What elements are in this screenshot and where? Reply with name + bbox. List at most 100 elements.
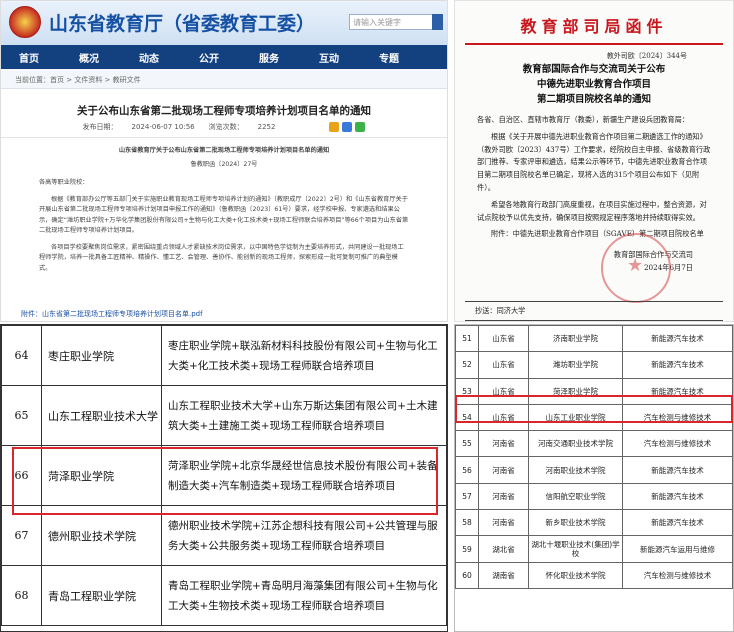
salutation: 各高等职业院校： [39,179,89,186]
province: 河南省 [478,482,529,511]
row-number: 64 [1,325,42,386]
major: 新能源汽车技术 [622,351,733,379]
row-number: 58 [455,509,479,537]
table-row: 53 山东省 菏泽职业学院 新能源汽车技术 [455,377,733,405]
province: 湖北省 [478,535,529,563]
print-icon[interactable] [329,121,340,132]
table-row: 59 湖北省 湖北十堰职业技术(集团)学校 新能源汽车运用与维修 [455,535,733,563]
breadcrumb[interactable]: 当前位置：首页 > 文件资料 > 教研文件 [1,69,447,89]
nav-topics[interactable]: 专题 [379,50,439,65]
table-row: 68 青岛工程职业学院 青岛工程职业学院+青岛明月海藻集团有限公司+生物与化工大… [1,565,447,626]
province: 河南省 [478,456,529,484]
school-name: 枣庄职业学院 [41,325,162,386]
nav-public[interactable]: 公开 [199,50,259,65]
paragraph-1: 根据《教育部办公厅等五部门关于实施职业教育现场工程师专项培养计划的通知》（教职成… [39,195,409,235]
province: 湖南省 [478,561,529,589]
doc-number: 鲁教职函〔2024〕27号 [190,160,258,168]
table-row: 55 河南省 河南交通职业技术学院 汽车检测与维修技术 [455,430,733,458]
school-name: 菏泽职业学院 [41,445,162,506]
row-number: 66 [1,445,42,506]
portal-panel: 山东省教育厅（省委教育工委） 请输入关键字 首页 概况 动态 公开 服务 互动 … [0,0,448,322]
project-table-left: 64 枣庄职业学院 枣庄职业学院+联泓新材料科技股份有限公司+生物与化工大类+化… [0,324,448,632]
letter-title-line-2: 中德先进职业教育合作项目 [536,79,651,90]
table-row: 51 山东省 济南职业学院 新能源汽车技术 [455,325,733,353]
share-icons [329,121,366,132]
table-row: 52 山东省 潍坊职业学院 新能源汽车技术 [455,351,733,379]
ministry-letter: 教育部司局函件 教外司欧〔2024〕344号 教育部国际合作与交流司关于公布 中… [454,0,734,322]
major: 汽车检测与维修技术 [622,403,733,432]
school-name: 山东工业职业学院 [528,403,623,432]
table-row: 64 枣庄职业学院 枣庄职业学院+联泓新材料科技股份有限公司+生物与化工大类+化… [1,325,447,386]
table-row: 57 河南省 信阳航空职业学院 新能源汽车技术 [455,482,733,511]
school-name: 怀化职业技术学院 [528,561,623,589]
project-name: 菏泽职业学院+北京华晟经世信息技术股份有限公司+装备制造大类+汽车制造类+现场工… [161,445,447,506]
row-number: 55 [455,430,479,458]
school-name: 潍坊职业学院 [528,351,623,379]
major: 新能源汽车技术 [622,377,733,405]
row-number: 51 [455,325,479,353]
major: 汽车检测与维修技术 [622,561,733,589]
article-body: 山东省教育厅关于公布山东省第二批现场工程师专项培养计划项目名单的通知 鲁教职函〔… [1,146,447,274]
table-row: 58 河南省 新乡职业技术学院 新能源汽车技术 [455,509,733,537]
school-name: 新乡职业技术学院 [528,509,623,537]
main-nav: 首页 概况 动态 公开 服务 互动 专题 [1,45,447,69]
table-row: 67 德州职业技术学院 德州职业技术学院+江苏企想科技有限公司+公共管理与服务大… [1,505,447,566]
letter-title-line-1: 教育部国际合作与交流司关于公布 [522,64,666,75]
letter-attachment: 附件：中德先进职业教育合作项目（SGAVE）第二期项目院校名单 [491,229,704,239]
nav-home[interactable]: 首页 [19,50,79,65]
major: 汽车检测与维修技术 [622,430,733,458]
letter-salutation: 各省、自治区、直辖市教育厅（教委），新疆生产建设兵团教育局： [477,115,690,124]
row-number: 56 [455,456,479,484]
school-name: 青岛工程职业学院 [41,565,162,626]
row-number: 57 [455,482,479,511]
letter-paragraph-2: 希望各地教育行政部门高度重视，在项目实施过程中，整合资源，对试点院校予以优先支持… [477,199,707,222]
article-title: 关于公布山东省第二批现场工程师专项培养计划项目名单的通知 [77,105,371,117]
table-row: 54 山东省 山东工业职业学院 汽车检测与维修技术 [455,403,733,432]
table-row: 56 河南省 河南职业技术学院 新能源汽车技术 [455,456,733,484]
letter-header: 教育部司局函件 [520,17,668,36]
letter-signer: 教育部国际合作与交流司 [613,250,693,260]
letter-title-line-3: 第二期项目院校名单的通知 [536,94,651,105]
article-meta: 发布日期： 2024-06-07 10:56 浏览次数： 2252 [1,121,447,138]
national-emblem-icon [9,6,41,38]
school-name: 山东工程职业技术大学 [41,385,162,446]
province: 山东省 [478,403,529,432]
view-count: 2252 [257,122,276,131]
school-name: 济南职业学院 [528,325,623,353]
search-button[interactable] [432,14,443,30]
letter-paragraph-1: 根据《关于开展中德先进职业教育合作项目第二期遴选工作的通知》（教外司欧〔2023… [477,131,711,192]
project-name: 山东工程职业技术大学+山东万斯达集团有限公司+土木建筑大类+土建施工类+现场工程… [161,385,447,446]
row-number: 52 [455,351,479,379]
nav-overview[interactable]: 概况 [79,50,139,65]
red-rule [465,43,723,45]
nav-service[interactable]: 服务 [259,50,319,65]
table-row: 66 菏泽职业学院 菏泽职业学院+北京华晟经世信息技术股份有限公司+装备制造大类… [1,445,447,506]
letter-date: 2024年6月7日 [643,262,693,272]
row-number: 65 [1,385,42,446]
major: 新能源汽车技术 [622,482,733,511]
attachment-link[interactable]: 附件：山东省第二批现场工程师专项培养计划项目名单.pdf [21,309,203,319]
province: 山东省 [478,377,529,405]
weibo-icon[interactable] [342,121,353,132]
nav-news[interactable]: 动态 [139,50,199,65]
school-name: 信阳航空职业学院 [528,482,623,511]
school-name: 德州职业技术学院 [41,505,162,566]
project-name: 枣庄职业学院+联泓新材料科技股份有限公司+生物与化工大类+化工技术类+现场工程师… [161,325,447,386]
row-number: 60 [455,561,479,589]
province: 河南省 [478,509,529,537]
site-title: 山东省教育厅（省委教育工委） [49,13,316,35]
row-number: 59 [455,535,479,563]
letter-cc: 抄送：同济大学 [465,301,723,321]
wechat-icon[interactable] [355,121,366,132]
school-name: 河南交通职业技术学院 [528,430,623,458]
search-input[interactable]: 请输入关键字 [349,14,433,30]
nav-interact[interactable]: 互动 [319,50,379,65]
project-table-right: 51 山东省 济南职业学院 新能源汽车技术 52 山东省 潍坊职业学院 新能源汽车技术 53… [454,324,734,632]
table-row: 60 湖南省 怀化职业技术学院 汽车检测与维修技术 [455,561,733,589]
province: 山东省 [478,351,529,379]
views-label: 浏览次数： [208,122,244,131]
project-name: 青岛工程职业学院+青岛明月海藻集团有限公司+生物与化工大类+生物技术类+现场工程… [161,565,447,626]
letter-doc-number: 教外司欧〔2024〕344号 [606,52,687,60]
major: 新能源汽车技术 [622,325,733,353]
row-number: 68 [1,565,42,626]
